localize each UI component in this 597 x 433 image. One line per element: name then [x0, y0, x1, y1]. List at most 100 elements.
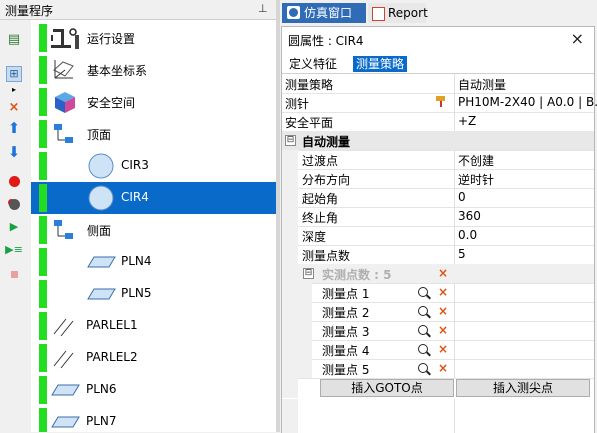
property-row-transition[interactable]: 过渡点 不创建: [282, 150, 594, 170]
measure-point-row[interactable]: 测量点 3 ×: [282, 321, 594, 341]
delete-icon[interactable]: ×: [438, 342, 448, 356]
property-row-end-angle[interactable]: 终止角 360: [282, 207, 594, 227]
probe-icon[interactable]: [436, 96, 448, 108]
arrow-right-icon[interactable]: ▸: [6, 82, 22, 98]
add-grid-icon[interactable]: ⊞: [6, 66, 22, 82]
move-up-icon[interactable]: ⬆: [6, 120, 22, 136]
pin-icon[interactable]: ⊥: [258, 2, 268, 15]
category-actual-points[interactable]: ⊟ 实测点数 : 5 ×: [282, 264, 594, 284]
tree-item-cir4[interactable]: CIR4: [31, 182, 276, 214]
search-icon[interactable]: [418, 363, 428, 373]
hierarchy-icon: [54, 220, 73, 239]
measure-point-row[interactable]: 测量点 5 ×: [282, 359, 594, 379]
tab-simulation-window[interactable]: 仿真窗口: [282, 3, 366, 23]
tab-report[interactable]: Report: [368, 3, 428, 23]
tree-item-parlel1[interactable]: PARLEL1: [31, 310, 276, 342]
delete-icon[interactable]: ×: [6, 100, 22, 116]
measure-point-row[interactable]: 测量点 2 ×: [282, 302, 594, 322]
delete-icon[interactable]: ×: [438, 323, 448, 337]
insert-tip-point-button[interactable]: 插入测尖点: [456, 379, 590, 397]
status-indicator: [39, 344, 47, 372]
property-key: 过渡点: [302, 154, 339, 168]
parallel-lines-icon: [53, 350, 74, 369]
delete-icon[interactable]: ×: [438, 361, 448, 375]
search-icon[interactable]: [418, 325, 428, 335]
tree-item-pln4[interactable]: PLN4: [31, 246, 276, 278]
category-auto-measure[interactable]: ⊟ 自动测量: [282, 131, 594, 151]
property-key: 起始角: [302, 192, 339, 206]
safety-space-cube-icon: [55, 92, 75, 113]
property-key: 分布方向: [302, 173, 351, 187]
simulation-icon: [287, 6, 300, 19]
tree-item-top-face[interactable]: 顶面: [31, 118, 276, 150]
measure-point-row[interactable]: 测量点 1 ×: [282, 283, 594, 303]
tree-item-label: PLN5: [121, 286, 152, 300]
run-icon[interactable]: ▶: [6, 219, 22, 235]
insert-buttons-row: 插入GOTO点 插入测尖点: [282, 378, 594, 398]
tree-item-label: PARLEL2: [86, 350, 138, 364]
tree-item-label: CIR3: [121, 158, 149, 172]
tree-item-safety-space[interactable]: 安全空间: [31, 86, 276, 118]
tree-item-run-settings[interactable]: 运行设置: [31, 22, 276, 54]
property-key: 测针: [285, 97, 310, 111]
delete-icon[interactable]: ×: [438, 285, 448, 299]
tree-item-label: PLN7: [86, 414, 117, 428]
tree-item-side-face[interactable]: 侧面: [31, 214, 276, 246]
tree-item-label: 基本坐标系: [87, 64, 148, 78]
property-value: 360: [458, 209, 481, 223]
move-down-icon[interactable]: ⬇: [6, 144, 22, 160]
record-icon[interactable]: [6, 173, 22, 189]
insert-goto-button[interactable]: 插入GOTO点: [320, 379, 454, 397]
stop-icon[interactable]: [6, 266, 22, 282]
status-indicator: [39, 56, 47, 84]
point-label: 测量点 1: [322, 287, 370, 301]
property-value: PH10M-2X40 | A0.0 | B...: [458, 95, 597, 109]
panel-splitter[interactable]: [276, 0, 280, 432]
property-row-point-count[interactable]: 测量点数 5: [282, 245, 594, 265]
delete-icon[interactable]: ×: [438, 266, 448, 280]
property-value: 自动测量: [458, 78, 507, 92]
collapse-icon[interactable]: ⊟: [303, 268, 314, 279]
tree-item-label: 顶面: [87, 128, 112, 142]
run-step-icon[interactable]: ▶≡: [5, 242, 23, 258]
property-key: 终止角: [302, 211, 339, 225]
status-indicator: [39, 88, 47, 116]
property-value: 0.0: [458, 228, 478, 242]
tree-item-base-coordinate-system[interactable]: 基本坐标系: [31, 54, 276, 86]
category-title: 实测点数 : 5: [322, 268, 392, 282]
point-label: 测量点 3: [322, 325, 370, 339]
delete-icon[interactable]: ×: [438, 304, 448, 318]
tree-item-cir3[interactable]: CIR3: [31, 150, 276, 182]
collapse-icon[interactable]: ⊟: [285, 135, 296, 146]
property-row-depth[interactable]: 深度 0.0: [282, 226, 594, 246]
document-tabs: 仿真窗口 Report: [280, 0, 597, 24]
status-indicator: [39, 248, 47, 276]
property-row-start-angle[interactable]: 起始角 0: [282, 188, 594, 208]
property-row-probe[interactable]: 测针 PH10M-2X40 | A0.0 | B...: [282, 93, 597, 113]
search-icon[interactable]: [418, 344, 428, 354]
coordinate-system-icon: [53, 60, 74, 79]
tree-item-label: CIR4: [121, 190, 149, 204]
circle-icon: [88, 153, 114, 179]
tree-item-pln6[interactable]: PLN6: [31, 374, 276, 406]
document-icon[interactable]: ▤: [6, 32, 22, 48]
search-icon[interactable]: [418, 306, 428, 316]
search-icon[interactable]: [418, 287, 428, 297]
program-panel-title: 测量程序: [5, 4, 54, 18]
tab-define-feature[interactable]: 定义特征: [286, 56, 340, 72]
tree-item-parlel2[interactable]: PARLEL2: [31, 342, 276, 374]
measure-point-row[interactable]: 测量点 4 ×: [282, 340, 594, 360]
run-settings-icon: [51, 28, 79, 49]
tree-item-label: PLN4: [121, 254, 152, 268]
tree-item-pln5[interactable]: PLN5: [31, 278, 276, 310]
stop-record-icon[interactable]: [6, 196, 22, 212]
property-row-strategy[interactable]: 测量策略 自动测量: [282, 74, 594, 94]
program-tree: 运行设置 基本坐标系 安全空间 顶面 CIR3 CIR4 侧面 PLN4 PLN…: [31, 20, 276, 432]
close-icon[interactable]: ×: [571, 29, 584, 48]
tree-item-pln7[interactable]: PLN7: [31, 406, 276, 432]
property-row-direction[interactable]: 分布方向 逆时针: [282, 169, 594, 189]
tab-measurement-strategy[interactable]: 测量策略: [353, 56, 408, 72]
property-row-safe-plane[interactable]: 安全平面 +Z: [282, 112, 594, 132]
tab-label: 仿真窗口: [304, 6, 353, 20]
property-key: 测量策略: [285, 78, 334, 92]
